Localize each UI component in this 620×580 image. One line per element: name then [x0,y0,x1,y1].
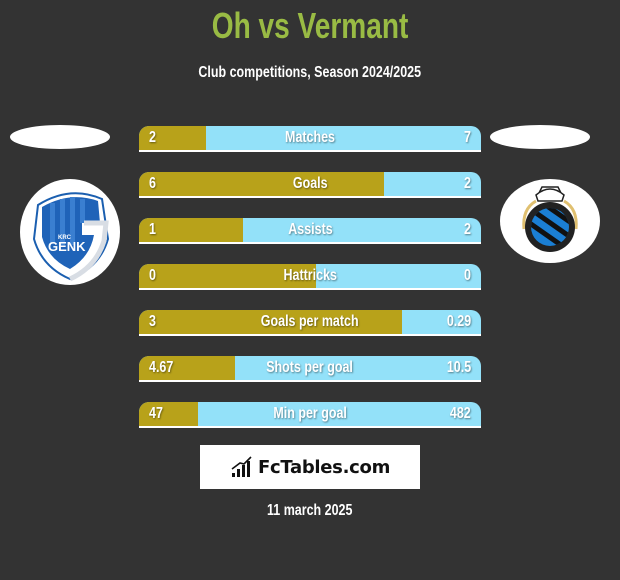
stat-row-assists: 1 Assists 2 [139,218,481,244]
stat-row-shots-per-goal: 4.67 Shots per goal 10.5 [139,356,481,382]
right-value: 482 [450,405,471,422]
genk-crest-icon: KRC GENK [32,192,110,282]
stat-label: Goals [292,175,328,192]
stat-label: Min per goal [273,405,347,422]
page-title: Oh vs Vermant [211,5,409,46]
svg-text:GENK: GENK [48,239,86,254]
right-value: 7 [464,129,471,146]
right-value: 2 [464,175,471,192]
stat-label: Assists [287,221,333,238]
stat-row-hattricks: 0 Hattricks 0 [139,264,481,290]
left-player-placeholder [10,125,110,149]
right-value: 0 [464,267,471,284]
team-logo-left[interactable]: KRC GENK [20,179,120,285]
stat-label: Shots per goal [266,359,354,376]
fctables-logo-link[interactable]: FcTables.com [200,445,420,489]
club-brugge-crest-icon: CLUB BRUGGE KV [500,179,578,253]
stat-label: Goals per match [261,313,359,330]
brand-name: FcTables.com [257,456,391,478]
right-value: 0.29 [446,313,471,330]
competition-subtitle: Club competitions, Season 2024/2025 [198,64,422,81]
right-value: 2 [464,221,471,238]
stat-label: Matches [285,129,335,146]
right-player-placeholder [490,125,590,149]
stat-row-goals: 6 Goals 2 [139,172,481,198]
stat-row-matches: 2 Matches 7 [139,126,481,152]
stat-label: Hattricks [283,267,337,284]
report-date: 11 march 2025 [267,502,353,519]
stat-row-min-per-goal: 47 Min per goal 482 [139,402,481,428]
team-logo-right[interactable]: CLUB BRUGGE KV [500,179,600,263]
right-value: 10.5 [446,359,471,376]
bar-chart-trend-icon [231,456,252,477]
stat-row-goals-per-match: 3 Goals per match 0.29 [139,310,481,336]
